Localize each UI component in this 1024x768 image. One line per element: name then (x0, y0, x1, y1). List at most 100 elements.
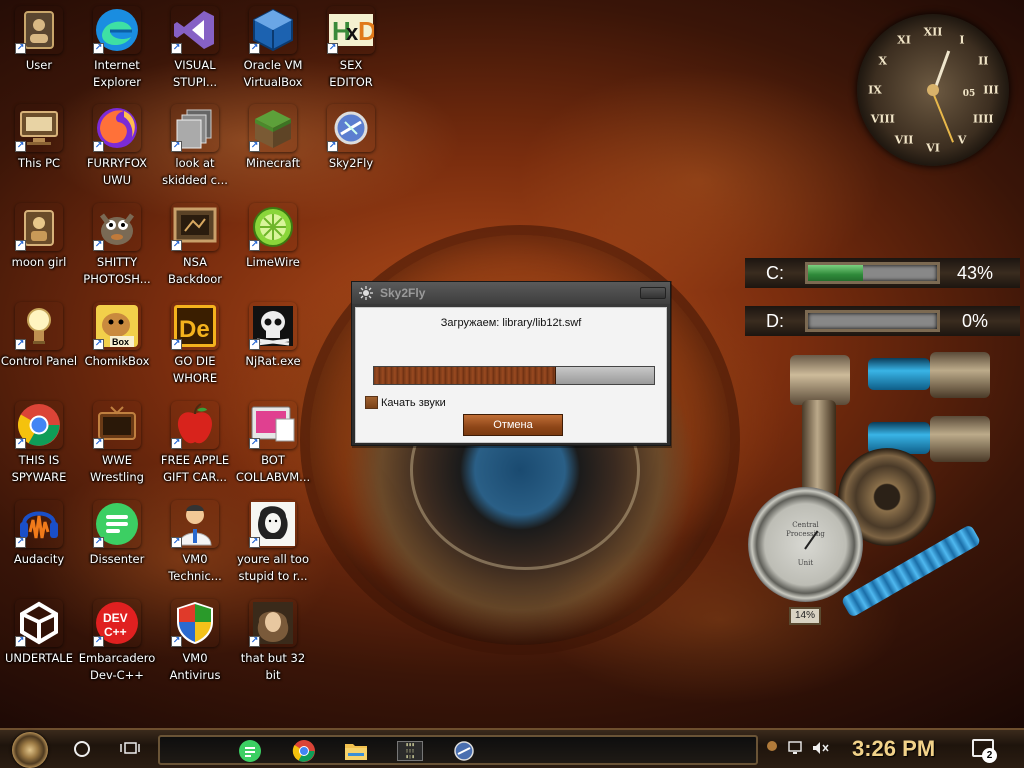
task-view-icon[interactable] (120, 741, 140, 757)
clock-widget: 05 XII I II III IIII V VI VII VIII IX X XI (857, 14, 1009, 166)
desktop-shortcut-chrome[interactable]: ↗ THIS IS SPYWARE (0, 401, 78, 497)
user-folder-icon: ↗ (15, 6, 63, 54)
dialog-body: Загружаем: library/lib12t.swf Качать зву… (355, 307, 667, 443)
desktop-shortcut-files-stack[interactable]: ↗ look at skidded c... (156, 104, 234, 200)
dialog-titlebar[interactable]: Sky2Fly (352, 282, 670, 304)
skull-icon: ↗ (249, 302, 297, 350)
taskbar-clock[interactable]: 3:26 PM (852, 736, 935, 762)
shortcut-arrow-icon: ↗ (249, 537, 260, 548)
desktop-shortcut-label: THIS IS SPYWARE (11, 453, 67, 484)
shortcut-arrow-icon: ↗ (249, 339, 260, 350)
desktop-shortcut-portrait-painting[interactable]: ↗ that but 32 bit (234, 599, 312, 695)
drive-gauge-c: C: 43% (745, 258, 1020, 288)
desktop-shortcut-portrait-sketch[interactable]: ↗ youre all too stupid to r... (234, 500, 312, 596)
desktop-shortcut-skull[interactable]: ↗ NjRat.exe (234, 302, 312, 398)
desktop-shortcut-tv[interactable]: ↗ WWE Wrestling (78, 401, 156, 497)
desktop-shortcut-label: LimeWire (246, 255, 300, 269)
shortcut-arrow-icon: ↗ (15, 537, 26, 548)
taskbar-winamp-icon[interactable]: ▮▮▮ ▯▯▯ ▮▯▮ (396, 737, 424, 765)
minecraft-icon: ↗ (249, 104, 297, 152)
desktop-shortcut-visual-studio[interactable]: ↗ VISUAL STUPI... (156, 6, 234, 102)
desktop-shortcut-label: Internet Explorer (93, 58, 141, 89)
shortcut-arrow-icon: ↗ (93, 636, 104, 647)
virtualbox-icon: ↗ (249, 6, 297, 54)
download-sounds-option[interactable]: Качать звуки (365, 396, 446, 409)
shortcut-arrow-icon: ↗ (93, 438, 104, 449)
download-sounds-checkbox[interactable] (365, 396, 378, 409)
shortcut-arrow-icon: ↗ (171, 537, 182, 548)
desktop-shortcut-audacity[interactable]: ↗ Audacity (0, 500, 78, 596)
svg-text:C++: C++ (104, 625, 127, 639)
desktop-shortcut-label: ChomikBox (84, 354, 150, 368)
desktop-shortcut-bot-collabvm[interactable]: ↗ BOT COLLABVM... (234, 401, 312, 497)
desktop-shortcut-sky2fly[interactable]: ↗ Sky2Fly (312, 104, 390, 200)
desktop-shortcut-label: NSA Backdoor (167, 255, 223, 286)
drive-usage-fill (808, 265, 864, 281)
clock-numeral: VII (894, 133, 914, 147)
network-icon[interactable] (788, 740, 804, 760)
drive-percent: 43% (956, 262, 994, 283)
dialog-close-button[interactable] (640, 287, 666, 299)
clock-numeral: VIII (870, 112, 895, 126)
clock-sub-dial-number: 05 (962, 89, 976, 99)
desktop-shortcut-apple[interactable]: ↗ FREE APPLE GIFT CAR... (156, 401, 234, 497)
desktop-shortcut-label: look at skidded c... (162, 156, 228, 187)
desktop-shortcut-user-folder[interactable]: ↗ User (0, 6, 78, 102)
taskbar-dissenter-icon[interactable] (236, 737, 264, 765)
chrome-icon: ↗ (15, 401, 63, 449)
shortcut-arrow-icon: ↗ (249, 438, 260, 449)
clock-numeral: XI (897, 33, 911, 47)
clock-numeral: V (957, 133, 967, 147)
drive-letter: D: (766, 310, 784, 331)
visual-studio-icon: ↗ (171, 6, 219, 54)
technician-icon: ↗ (171, 500, 219, 548)
desktop-shortcut-limewire[interactable]: ↗ LimeWire (234, 203, 312, 299)
search-icon[interactable] (74, 741, 90, 757)
desktop-shortcut-shield[interactable]: ↗ VM0 Antivirus (156, 599, 234, 695)
desktop-shortcut-this-pc[interactable]: ↗ This PC (0, 104, 78, 200)
desktop-shortcut-hxd-editor[interactable]: Hx D ↗ SEX EDITOR (312, 6, 390, 102)
clock-numeral: II (978, 54, 989, 68)
sky2fly-loading-dialog: Sky2Fly Загружаем: library/lib12t.swf Ка… (351, 281, 671, 446)
taskbar-file-explorer-icon[interactable] (342, 737, 370, 765)
desktop-shortcut-gimp[interactable]: ↗ SHITTY PHOTOSH... (78, 203, 156, 299)
desktop-shortcut-virtualbox[interactable]: ↗ Oracle VM VirtualBox (234, 6, 312, 102)
desktop-shortcut-label: This PC (17, 156, 61, 170)
desktop-shortcut-control-panel[interactable]: ↗ Control Panel (0, 302, 78, 398)
desktop-shortcut-chomikbox[interactable]: Box ↗ ChomikBox (78, 302, 156, 398)
desktop-shortcut-label: UNDERTALE (5, 651, 73, 665)
portrait-painting-icon: ↗ (249, 599, 297, 647)
shortcut-arrow-icon: ↗ (15, 339, 26, 350)
desktop-shortcut-nsa-backdoor[interactable]: ↗ NSA Backdoor (156, 203, 234, 299)
desktop-shortcut-edge[interactable]: ↗ Internet Explorer (78, 6, 156, 102)
speaker-muted-icon[interactable] (812, 740, 830, 760)
desktop-shortcut-label: Oracle VM VirtualBox (243, 58, 303, 89)
start-button[interactable] (12, 732, 48, 768)
drive-percent: 0% (961, 310, 988, 331)
clock-numeral: IX (868, 83, 882, 97)
clock-minute-hand (931, 90, 954, 143)
shortcut-arrow-icon: ↗ (171, 141, 182, 152)
chevron-icon[interactable] (766, 740, 778, 756)
cpu-gauge-unit: Unit (797, 559, 814, 567)
taskbar-chrome-icon[interactable] (290, 737, 318, 765)
notification-count-badge: 2 (982, 748, 997, 763)
shortcut-arrow-icon: ↗ (327, 141, 338, 152)
desktop-shortcut-devcpp[interactable]: DEV C++ ↗ Embarcadero Dev-C++ (78, 599, 156, 695)
desktop-shortcut-label: BOT COLLABVM... (235, 453, 311, 484)
desktop-shortcut-minecraft[interactable]: ↗ Minecraft (234, 104, 312, 200)
this-pc-icon: ↗ (15, 104, 63, 152)
desktop-shortcut-dissenter[interactable]: ↗ Dissenter (78, 500, 156, 596)
download-sounds-label: Качать звуки (381, 396, 446, 409)
desktop-shortcut-firefox[interactable]: ↗ FURRYFOX UWU (78, 104, 156, 200)
edge-icon: ↗ (93, 6, 141, 54)
desktop-shortcut-technician[interactable]: ↗ VM0 Technic... (156, 500, 234, 596)
desktop-shortcut-label: VISUAL STUPI... (172, 58, 218, 89)
cancel-button[interactable]: Отмена (463, 414, 563, 436)
desktop-shortcut-unity[interactable]: ↗ UNDERTALE (0, 599, 78, 695)
desktop-shortcut-godie-de[interactable]: De ↗ GO DIE WHORE (156, 302, 234, 398)
shortcut-arrow-icon: ↗ (171, 240, 182, 251)
taskbar-sky2fly-icon[interactable] (450, 737, 478, 765)
firefox-icon: ↗ (93, 104, 141, 152)
desktop-shortcut-moon-girl[interactable]: ↗ moon girl (0, 203, 78, 299)
